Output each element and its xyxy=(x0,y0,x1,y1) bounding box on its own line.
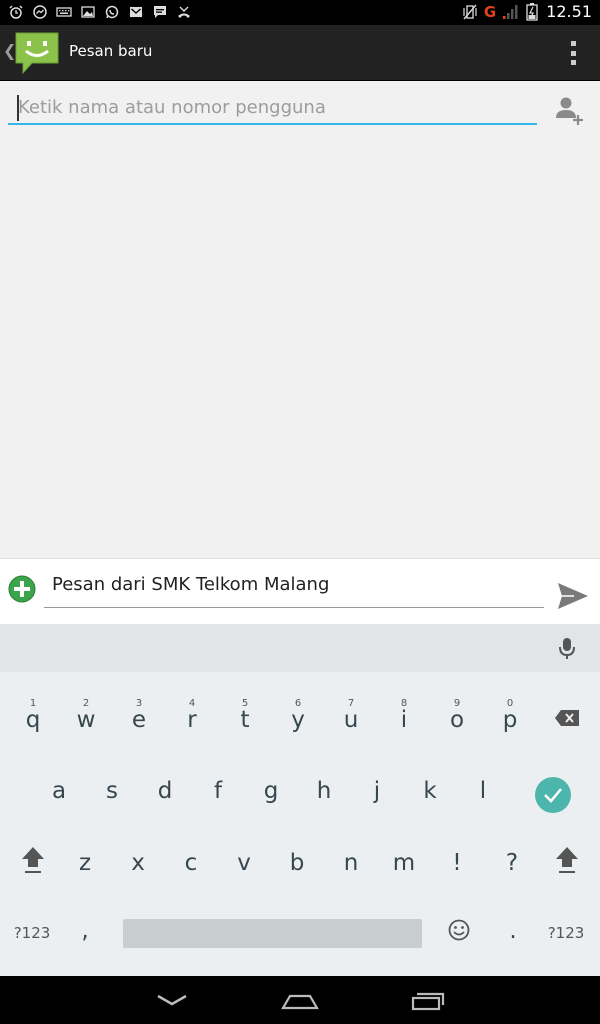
symbols-key-left[interactable]: ?123 xyxy=(7,903,57,963)
network-type-label: G xyxy=(483,2,497,21)
nav-home-icon[interactable] xyxy=(280,988,320,1012)
signal-icon xyxy=(502,4,518,20)
key-m[interactable]: m xyxy=(379,833,429,893)
key-c[interactable]: c xyxy=(166,833,216,893)
backspace-icon xyxy=(554,707,580,733)
key-t[interactable]: 5t xyxy=(220,690,270,750)
key-j[interactable]: j xyxy=(352,761,402,821)
system-status: G 12.51 xyxy=(462,2,592,21)
clock: 12.51 xyxy=(546,2,592,21)
nav-back-icon[interactable] xyxy=(152,988,192,1012)
key-period[interactable]: . xyxy=(488,901,538,961)
key-g[interactable]: g xyxy=(246,761,296,821)
backspace-key[interactable] xyxy=(542,690,592,750)
key-k[interactable]: k xyxy=(405,761,455,821)
spacebar[interactable] xyxy=(123,919,422,948)
key-u[interactable]: 7u xyxy=(326,690,376,750)
emoji-smiley-icon xyxy=(448,919,470,947)
key-w[interactable]: 2w xyxy=(61,690,111,750)
attach-plus-icon[interactable] xyxy=(8,575,36,603)
done-check-icon xyxy=(535,777,571,813)
shift-key-left[interactable] xyxy=(8,833,58,893)
key-question[interactable]: ? xyxy=(487,833,537,893)
key-i[interactable]: 8i xyxy=(379,690,429,750)
page-title: Pesan baru xyxy=(69,42,153,60)
key-exclamation[interactable]: ! xyxy=(432,833,482,893)
shift-icon xyxy=(554,845,580,881)
missed-call-icon xyxy=(176,4,192,20)
message-text: Pesan dari SMK Telkom Malang xyxy=(52,574,330,595)
text-cursor xyxy=(17,95,19,121)
shift-icon xyxy=(20,845,46,881)
compose-bar: Pesan dari SMK Telkom Malang xyxy=(0,558,600,624)
key-b[interactable]: b xyxy=(272,833,322,893)
key-o[interactable]: 9o xyxy=(432,690,482,750)
recipient-row xyxy=(0,81,600,141)
alarm-icon xyxy=(8,4,24,20)
enter-key[interactable] xyxy=(528,765,578,825)
key-e[interactable]: 3e xyxy=(114,690,164,750)
emoji-key[interactable] xyxy=(434,903,484,963)
key-d[interactable]: d xyxy=(140,761,190,821)
key-s[interactable]: s xyxy=(87,761,137,821)
key-y[interactable]: 6y xyxy=(273,690,323,750)
nav-recents-icon[interactable] xyxy=(408,988,448,1012)
conversation-area xyxy=(0,141,600,558)
overflow-menu-icon[interactable] xyxy=(568,41,578,65)
vibrate-icon xyxy=(462,4,478,20)
keyboard-icon xyxy=(56,4,72,20)
whatsapp-icon xyxy=(104,4,120,20)
key-v[interactable]: v xyxy=(219,833,269,893)
action-bar: ❮ Pesan baru xyxy=(0,25,600,81)
notification-icons xyxy=(8,4,192,20)
message-input[interactable]: Pesan dari SMK Telkom Malang xyxy=(44,569,544,608)
key-l[interactable]: l xyxy=(458,761,508,821)
key-n[interactable]: n xyxy=(326,833,376,893)
symbols-key-right[interactable]: ?123 xyxy=(541,903,591,963)
key-x[interactable]: x xyxy=(113,833,163,893)
add-contact-icon[interactable] xyxy=(554,94,586,126)
gmail-icon xyxy=(128,4,144,20)
recipient-input[interactable] xyxy=(8,93,537,121)
soft-keyboard: 1q 2w 3e 4r 5t 6y 7u 8i 9o 0p a s d f g … xyxy=(0,624,600,976)
status-bar: G 12.51 xyxy=(0,0,600,25)
key-a[interactable]: a xyxy=(34,761,84,821)
key-z[interactable]: z xyxy=(60,833,110,893)
chat-icon xyxy=(152,4,168,20)
image-icon xyxy=(80,4,96,20)
send-icon[interactable] xyxy=(556,579,590,613)
shift-key-right[interactable] xyxy=(542,833,592,893)
key-r[interactable]: 4r xyxy=(167,690,217,750)
navigation-bar xyxy=(0,976,600,1024)
battery-icon xyxy=(524,2,540,21)
recipient-field[interactable] xyxy=(8,93,537,125)
messaging-smiley-icon[interactable] xyxy=(14,30,60,76)
suggestion-strip xyxy=(0,624,600,672)
microphone-icon[interactable] xyxy=(558,637,576,661)
key-h[interactable]: h xyxy=(299,761,349,821)
key-q[interactable]: 1q xyxy=(8,690,58,750)
key-comma[interactable]: , xyxy=(60,901,110,961)
key-f[interactable]: f xyxy=(193,761,243,821)
messenger-icon xyxy=(32,4,48,20)
key-p[interactable]: 0p xyxy=(485,690,535,750)
